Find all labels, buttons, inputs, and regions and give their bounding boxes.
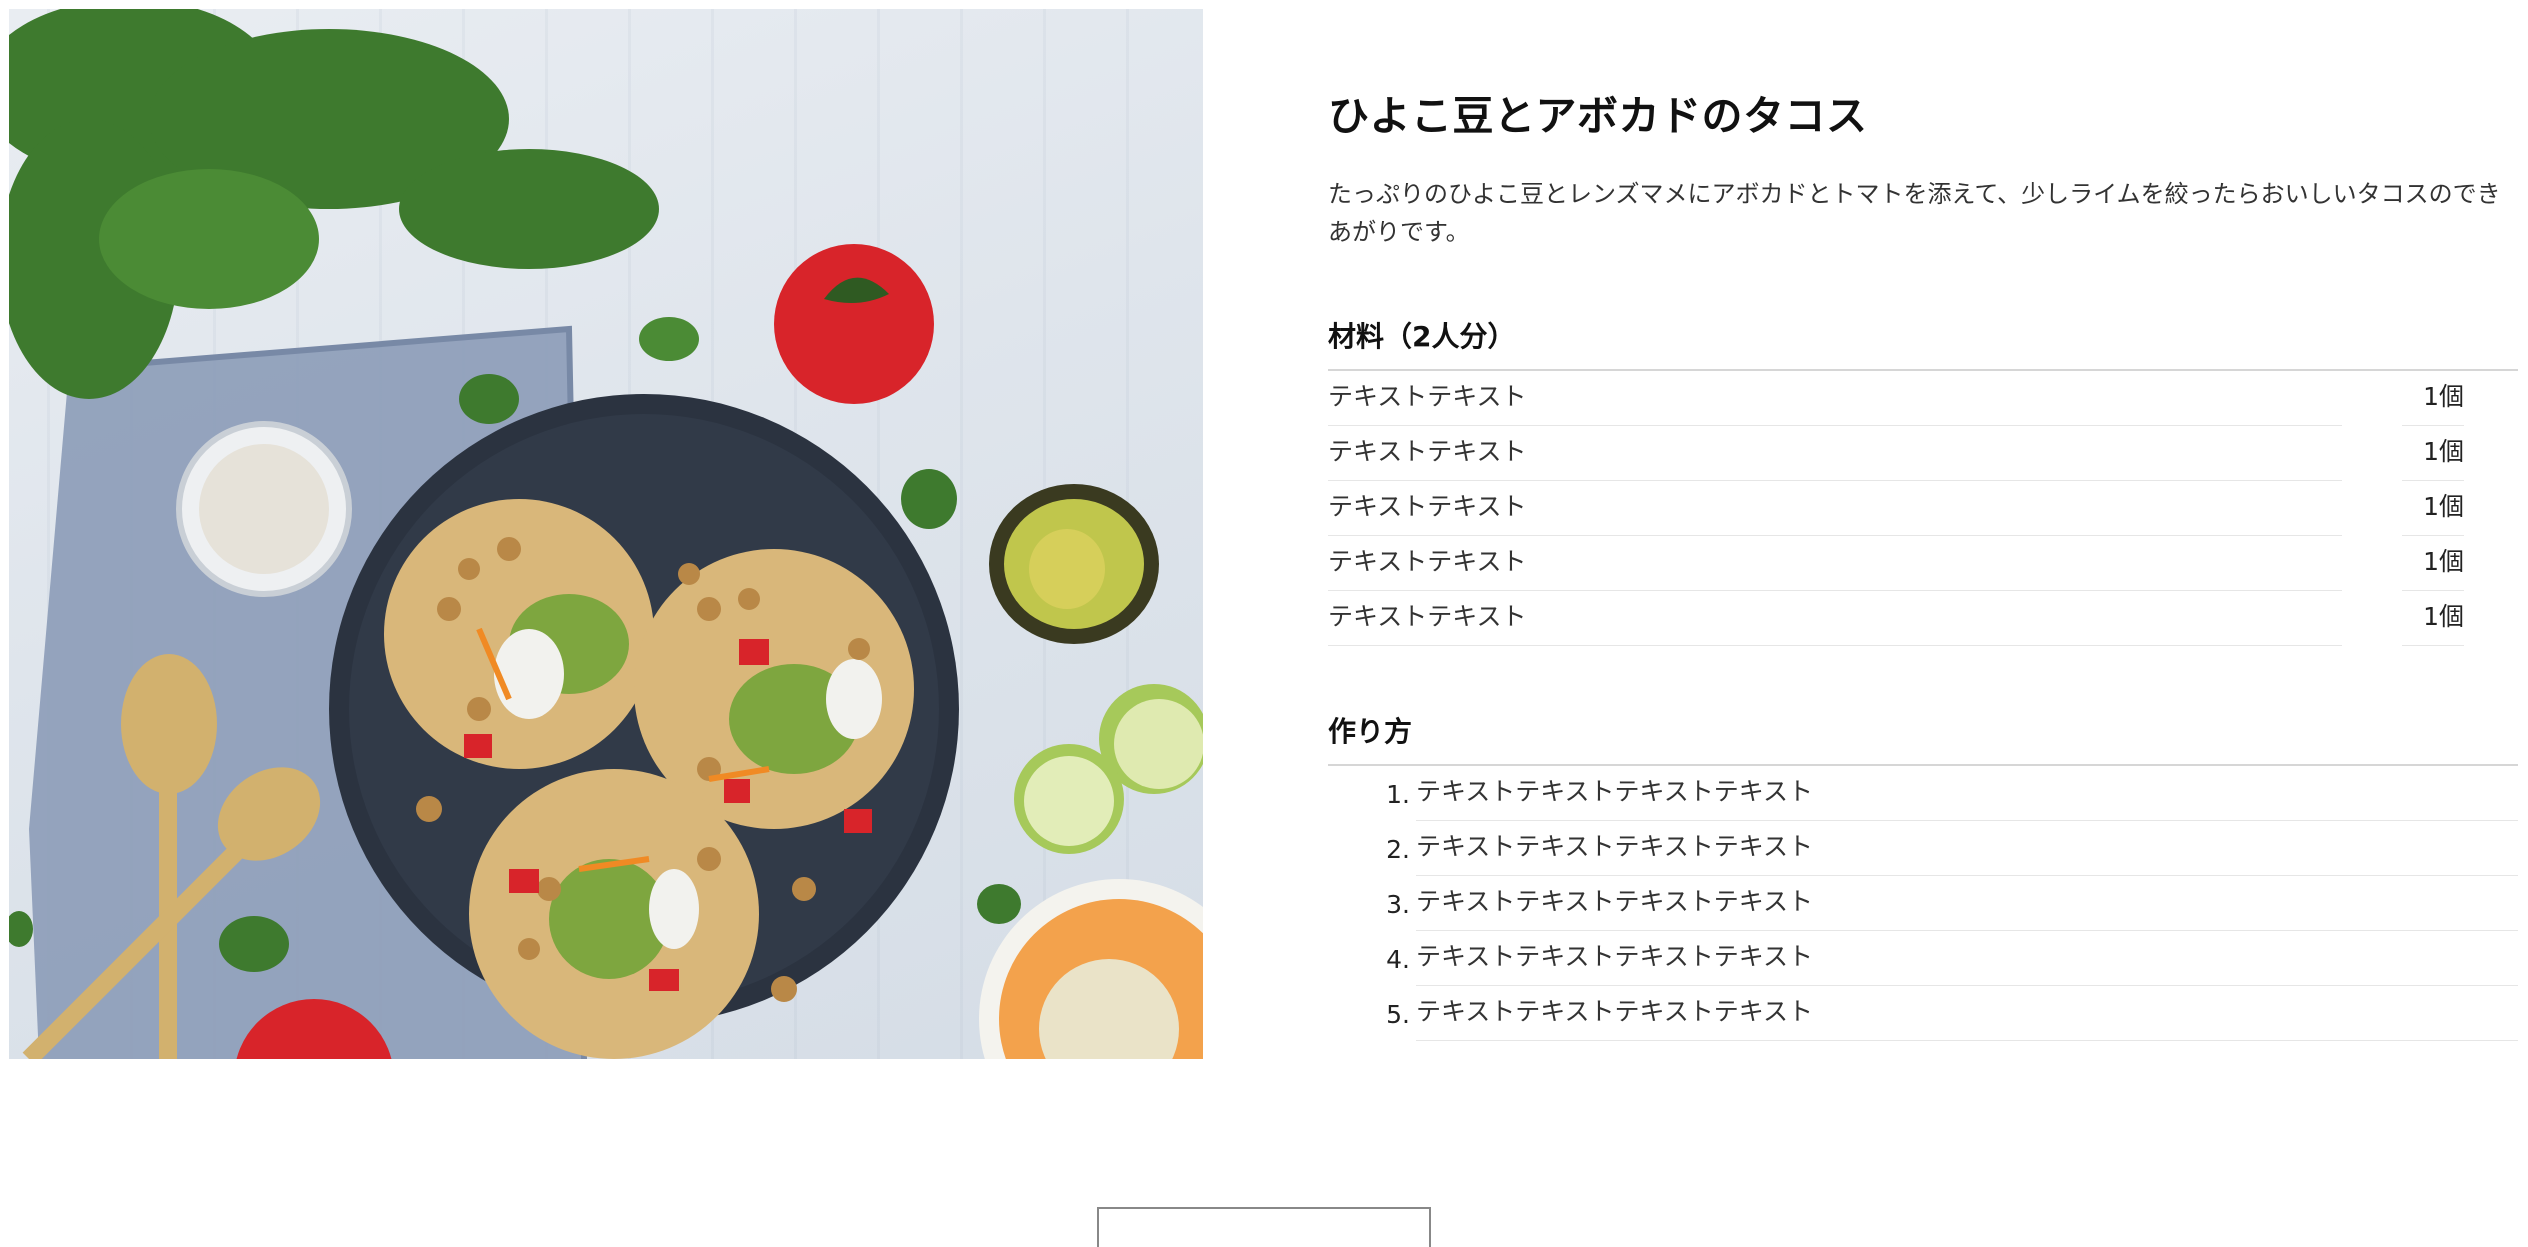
steps-heading: 作り方 [1328,710,2518,767]
step-number: 2. [1386,835,1410,865]
tacos-illustration [9,9,1203,1059]
ingredient-qty: 1個 [2402,481,2464,537]
ingredient-qty: 1個 [2402,591,2464,647]
step-row: 2. テキストテキストテキストテキスト [1328,821,2518,877]
recipe-photo [9,9,1203,1059]
ingredients-heading: 材料（2人分） [1328,315,2518,372]
ingredients-section: 材料（2人分） テキストテキスト 1個 テキストテキスト 1個 テキストテキスト… [1328,315,2518,647]
ingredient-name: テキストテキスト [1328,426,2342,482]
step-row: 3. テキストテキストテキストテキスト [1328,876,2518,932]
ingredient-name: テキストテキスト [1328,371,2342,427]
step-number: 3. [1386,890,1410,920]
ingredient-row: テキストテキスト 1個 [1328,536,2518,592]
step-text: テキストテキストテキストテキスト [1416,766,2518,822]
ingredient-qty: 1個 [2402,536,2464,592]
ingredient-row: テキストテキスト 1個 [1328,426,2518,482]
recipe-description: たっぷりのひよこ豆とレンズマメにアボカドとトマトを添えて、少しライムを絞ったらお… [1328,180,2501,247]
step-row: 1. テキストテキストテキストテキスト [1328,766,2518,822]
step-number: 4. [1386,945,1410,975]
step-number: 1. [1386,780,1410,810]
step-text: テキストテキストテキストテキスト [1416,876,2518,932]
step-number: 5. [1386,1000,1410,1030]
ingredient-qty: 1個 [2402,371,2464,427]
recipe-panel: ひよこ豆とアボカドのタコス たっぷりのひよこ豆とレンズマメにアボカドとトマトを添… [1328,90,2518,1042]
steps-list: 1. テキストテキストテキストテキスト 2. テキストテキストテキストテキスト … [1328,766,2518,1042]
ingredient-row: テキストテキスト 1個 [1328,591,2518,647]
recipe-title: ひよこ豆とアボカドのタコス [1328,92,1868,140]
steps-section: 作り方 1. テキストテキストテキストテキスト 2. テキストテキストテキストテ… [1328,710,2518,1042]
ingredients-list: テキストテキスト 1個 テキストテキスト 1個 テキストテキスト 1個 テキスト… [1328,371,2518,647]
ingredient-qty: 1個 [2402,426,2464,482]
ingredient-row: テキストテキスト 1個 [1328,481,2518,537]
step-text: テキストテキストテキストテキスト [1416,931,2518,987]
more-button[interactable] [1097,1207,1431,1247]
ingredient-name: テキストテキスト [1328,591,2342,647]
ingredient-row: テキストテキスト 1個 [1328,371,2518,427]
step-text: テキストテキストテキストテキスト [1416,986,2518,1042]
step-text: テキストテキストテキストテキスト [1416,821,2518,877]
step-row: 5. テキストテキストテキストテキスト [1328,986,2518,1042]
step-row: 4. テキストテキストテキストテキスト [1328,931,2518,987]
ingredient-name: テキストテキスト [1328,536,2342,592]
ingredient-name: テキストテキスト [1328,481,2342,537]
